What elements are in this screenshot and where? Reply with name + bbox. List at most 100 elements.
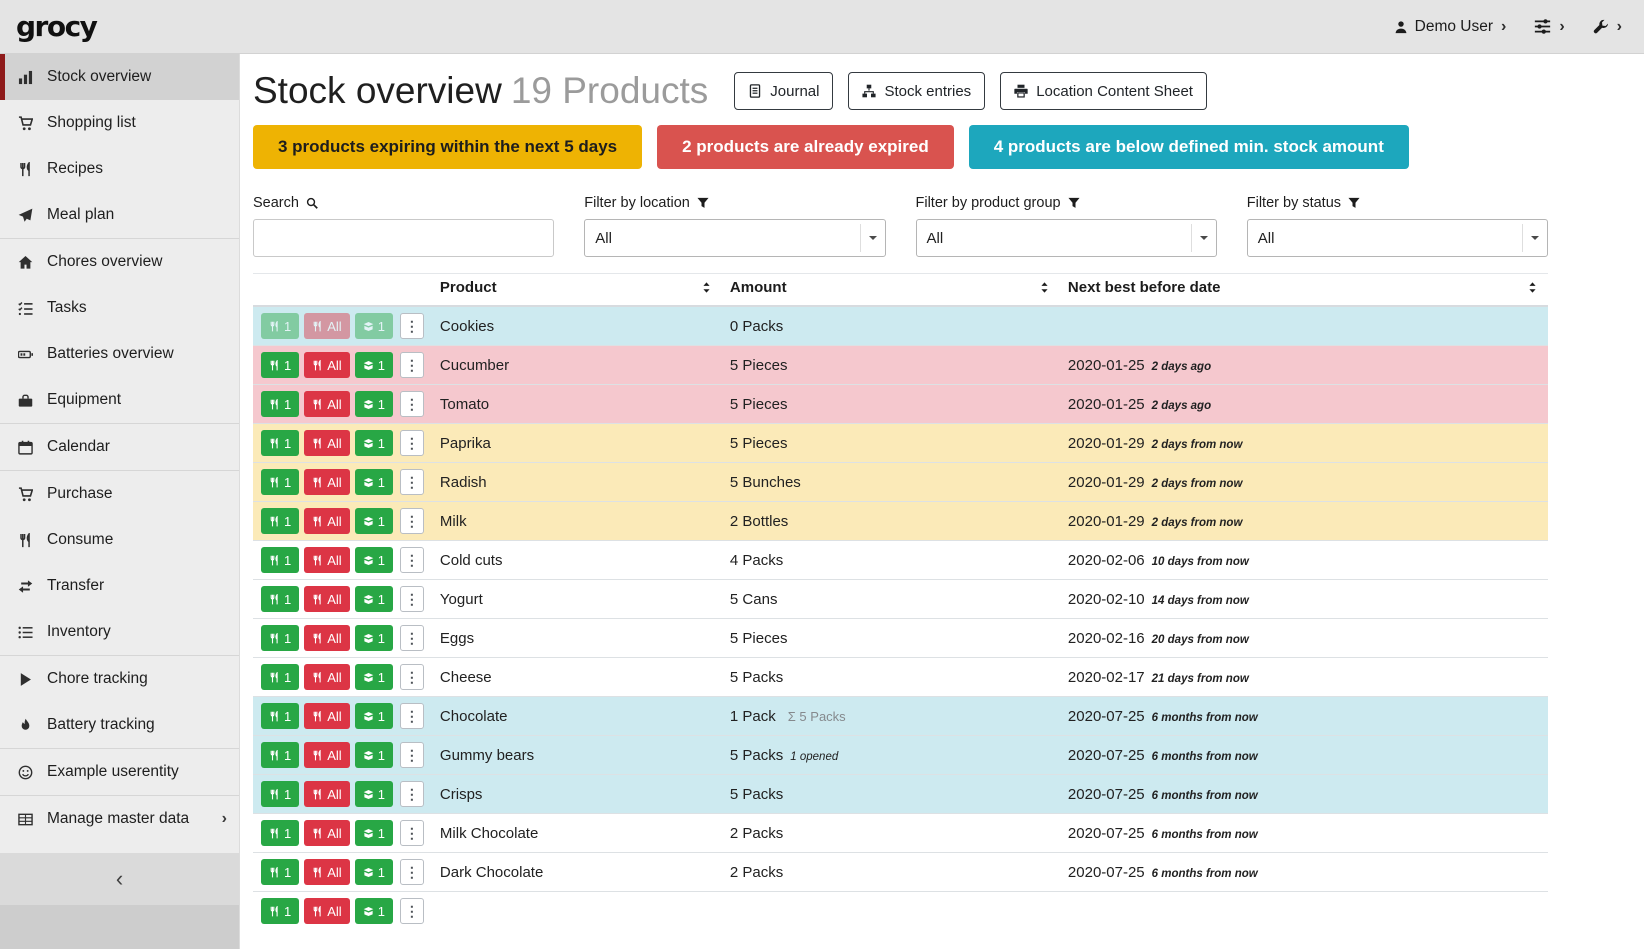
filter-by-location-select[interactable]: All (584, 219, 885, 257)
consume-all-button[interactable]: All (304, 352, 349, 378)
stock-entries-button[interactable]: Stock entries (848, 72, 985, 110)
open-one-button[interactable]: 1 (355, 859, 393, 885)
consume-all-button[interactable]: All (304, 742, 349, 768)
row-menu-button[interactable]: ⋮ (400, 313, 424, 339)
filter-by-product-group-select[interactable]: All (916, 219, 1217, 257)
column-header-product[interactable]: Product (432, 274, 722, 307)
consume-all-button[interactable]: All (304, 469, 349, 495)
consume-all-button[interactable]: All (304, 508, 349, 534)
column-header-next-best-before-date[interactable]: Next best before date (1060, 274, 1548, 307)
consume-one-button[interactable]: 1 (261, 820, 299, 846)
sidebar-item-stock-overview[interactable]: Stock overview (0, 54, 239, 100)
consume-all-button[interactable]: All (304, 664, 349, 690)
row-menu-button[interactable]: ⋮ (400, 664, 424, 690)
sidebar-item-shopping-list[interactable]: Shopping list (0, 100, 239, 146)
open-one-button[interactable]: 1 (355, 352, 393, 378)
consume-one-button[interactable]: 1 (261, 703, 299, 729)
open-one-button[interactable]: 1 (355, 469, 393, 495)
row-menu-button[interactable]: ⋮ (400, 547, 424, 573)
sidebar-item-chores-overview[interactable]: Chores overview (0, 239, 239, 285)
consume-one-button[interactable]: 1 (261, 859, 299, 885)
consume-all-button[interactable]: All (304, 430, 349, 456)
sidebar-item-calendar[interactable]: Calendar (0, 424, 239, 470)
admin-menu[interactable]: › (1593, 18, 1622, 36)
consume-all-button[interactable]: All (304, 898, 349, 924)
sidebar-item-equipment[interactable]: Equipment (0, 377, 239, 423)
sidebar-item-battery-tracking[interactable]: Battery tracking (0, 702, 239, 748)
row-menu-button[interactable]: ⋮ (400, 469, 424, 495)
status-banner[interactable]: 4 products are below defined min. stock … (969, 125, 1409, 169)
consume-one-button[interactable]: 1 (261, 781, 299, 807)
consume-one-button[interactable]: 1 (261, 586, 299, 612)
column-header-amount[interactable]: Amount (722, 274, 1060, 307)
sidebar-item-purchase[interactable]: Purchase (0, 471, 239, 517)
consume-all-button[interactable]: All (304, 703, 349, 729)
row-menu-button[interactable]: ⋮ (400, 391, 424, 417)
consume-all-button[interactable]: All (304, 391, 349, 417)
row-menu-button[interactable]: ⋮ (400, 820, 424, 846)
filter-by-status-select[interactable]: All (1247, 219, 1548, 257)
consume-one-button[interactable]: 1 (261, 391, 299, 417)
open-one-button[interactable]: 1 (355, 508, 393, 534)
consume-all-button[interactable]: All (304, 625, 349, 651)
consume-one-button[interactable]: 1 (261, 664, 299, 690)
search-input[interactable] (253, 219, 554, 257)
consume-all-button[interactable]: All (304, 781, 349, 807)
status-banner[interactable]: 3 products expiring within the next 5 da… (253, 125, 642, 169)
app-logo[interactable]: grocy (16, 10, 96, 43)
open-one-button[interactable]: 1 (355, 430, 393, 456)
row-menu-button[interactable]: ⋮ (400, 430, 424, 456)
consume-one-button[interactable]: 1 (261, 625, 299, 651)
consume-one-button[interactable]: 1 (261, 352, 299, 378)
settings-menu[interactable]: › (1534, 18, 1564, 36)
open-one-button[interactable]: 1 (355, 703, 393, 729)
sidebar-item-chore-tracking[interactable]: Chore tracking (0, 656, 239, 702)
open-one-button[interactable]: 1 (355, 742, 393, 768)
open-one-button[interactable]: 1 (355, 898, 393, 924)
user-menu[interactable]: Demo User › (1394, 18, 1507, 36)
row-menu-button[interactable]: ⋮ (400, 859, 424, 885)
sidebar-item-manage-master-data[interactable]: Manage master data› (0, 796, 239, 842)
consume-one-button[interactable]: 1 (261, 508, 299, 534)
sidebar-item-inventory[interactable]: Inventory (0, 609, 239, 655)
consume-one-button[interactable]: 1 (261, 469, 299, 495)
row-menu-button[interactable]: ⋮ (400, 625, 424, 651)
consume-all-button[interactable]: All (304, 586, 349, 612)
sidebar-item-batteries-overview[interactable]: Batteries overview (0, 331, 239, 377)
row-menu-button[interactable]: ⋮ (400, 703, 424, 729)
status-banner[interactable]: 2 products are already expired (657, 125, 954, 169)
journal-button[interactable]: Journal (734, 72, 833, 110)
box-open-icon (363, 399, 374, 410)
row-menu-button[interactable]: ⋮ (400, 781, 424, 807)
consume-one-button[interactable]: 1 (261, 898, 299, 924)
consume-one-button[interactable]: 1 (261, 742, 299, 768)
consume-one-button[interactable]: 1 (261, 430, 299, 456)
location-content-sheet-button[interactable]: Location Content Sheet (1000, 72, 1207, 110)
consume-all-button[interactable]: All (304, 547, 349, 573)
row-menu-button[interactable]: ⋮ (400, 586, 424, 612)
open-one-button[interactable]: 1 (355, 313, 393, 339)
sidebar-collapse-button[interactable]: ‹ (0, 853, 239, 905)
row-menu-button[interactable]: ⋮ (400, 742, 424, 768)
row-menu-button[interactable]: ⋮ (400, 352, 424, 378)
sidebar-item-tasks[interactable]: Tasks (0, 285, 239, 331)
consume-all-button[interactable]: All (304, 313, 349, 339)
consume-one-button[interactable]: 1 (261, 313, 299, 339)
consume-all-button[interactable]: All (304, 820, 349, 846)
open-one-button[interactable]: 1 (355, 664, 393, 690)
open-one-button[interactable]: 1 (355, 586, 393, 612)
open-one-button[interactable]: 1 (355, 547, 393, 573)
consume-all-button[interactable]: All (304, 859, 349, 885)
row-menu-button[interactable]: ⋮ (400, 508, 424, 534)
sidebar-item-example-userentity[interactable]: Example userentity (0, 749, 239, 795)
open-one-button[interactable]: 1 (355, 625, 393, 651)
sidebar-item-transfer[interactable]: Transfer (0, 563, 239, 609)
sidebar-item-consume[interactable]: Consume (0, 517, 239, 563)
row-menu-button[interactable]: ⋮ (400, 898, 424, 924)
sidebar-item-meal-plan[interactable]: Meal plan (0, 192, 239, 238)
sidebar-item-recipes[interactable]: Recipes (0, 146, 239, 192)
open-one-button[interactable]: 1 (355, 391, 393, 417)
open-one-button[interactable]: 1 (355, 781, 393, 807)
consume-one-button[interactable]: 1 (261, 547, 299, 573)
open-one-button[interactable]: 1 (355, 820, 393, 846)
